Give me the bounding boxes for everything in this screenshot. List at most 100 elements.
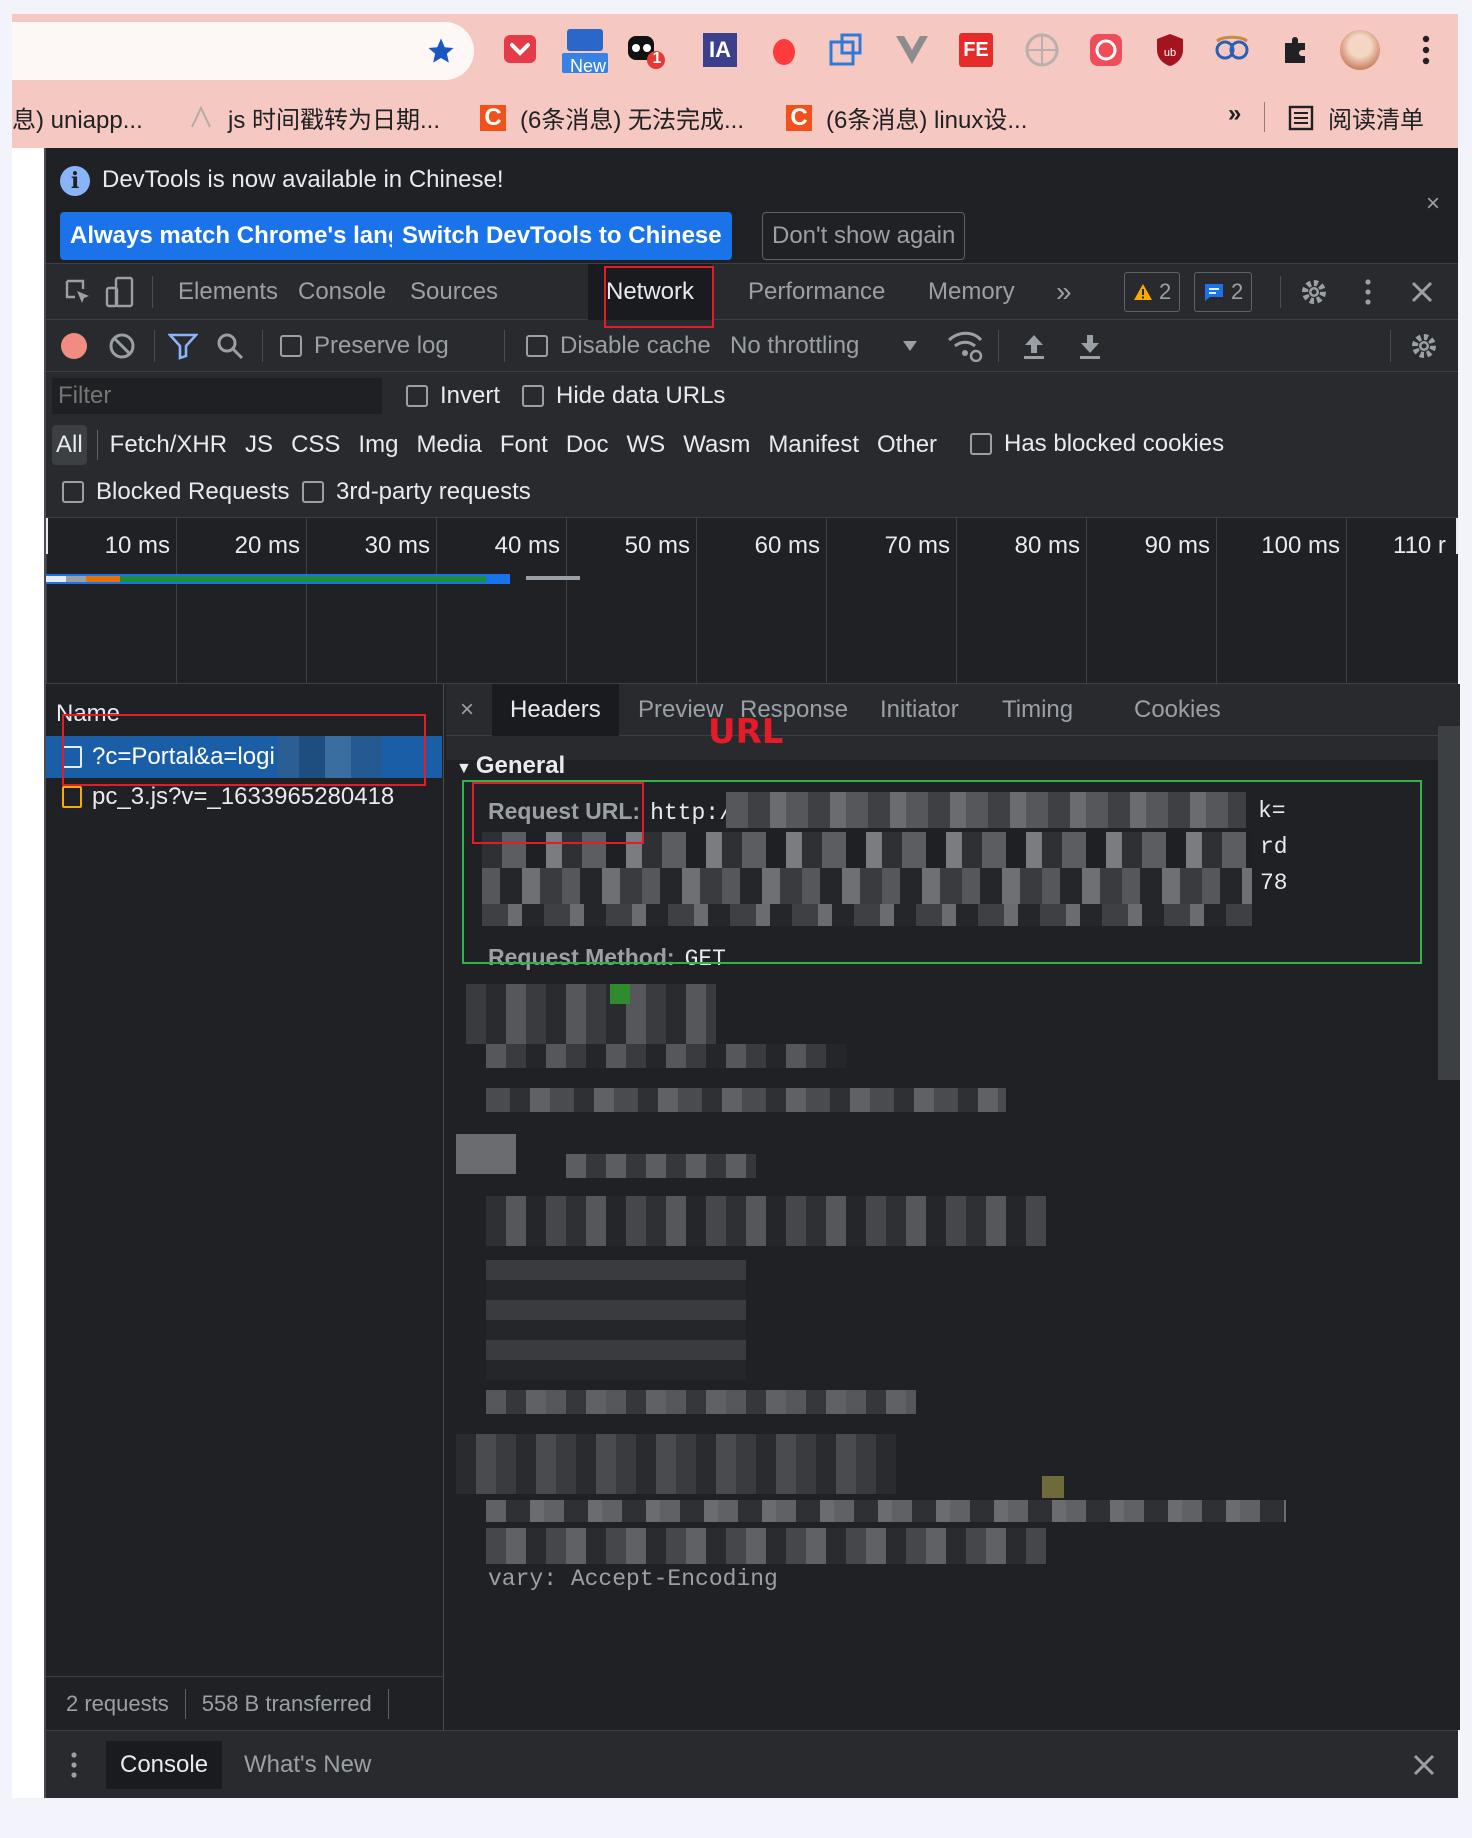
tab-timing[interactable]: Timing: [1002, 684, 1073, 736]
chrome-menu-icon[interactable]: [1406, 30, 1446, 70]
has-blocked-cookies-checkbox[interactable]: Has blocked cookies: [970, 430, 1224, 458]
close-devtools-icon[interactable]: [1406, 276, 1438, 308]
bookmarks-overflow-button[interactable]: »: [1228, 100, 1241, 128]
devtools-menu-icon[interactable]: [1360, 276, 1376, 308]
tab-console[interactable]: Console: [298, 264, 386, 320]
red-drop-icon[interactable]: [764, 30, 804, 70]
switch-to-chinese-button[interactable]: Switch DevTools to Chinese: [392, 212, 732, 260]
timeline-end-handle[interactable]: [1456, 518, 1458, 554]
clock-extension-icon[interactable]: [1086, 30, 1126, 70]
invert-checkbox[interactable]: Invert: [406, 382, 500, 410]
request-summary-status: 2 requests 558 B transferred: [46, 1676, 444, 1730]
type-filter-all[interactable]: All: [52, 425, 87, 465]
timeline-tick: 40 ms: [436, 518, 566, 683]
export-har-icon[interactable]: [1074, 330, 1106, 362]
tab-initiator[interactable]: Initiator: [880, 684, 959, 736]
pocket-icon[interactable]: [500, 30, 540, 70]
timeline-start-handle[interactable]: [46, 518, 48, 554]
notification-extension-icon[interactable]: 1: [626, 30, 666, 70]
type-filter-fetch-xhr[interactable]: Fetch/XHR: [110, 431, 227, 459]
grey-globe-icon[interactable]: [1022, 30, 1062, 70]
type-filter-ws[interactable]: WS: [627, 431, 666, 459]
reading-list-button[interactable]: 阅读清单: [1288, 100, 1424, 135]
type-filter-wasm[interactable]: Wasm: [683, 431, 750, 459]
timeline-tick: 10 ms: [46, 518, 176, 683]
tab-memory[interactable]: Memory: [928, 264, 1015, 320]
timeline-tick: 30 ms: [306, 518, 436, 683]
tab-elements[interactable]: Elements: [178, 264, 278, 320]
drawer-menu-icon[interactable]: [66, 1749, 82, 1781]
filter-icon[interactable]: [166, 330, 200, 362]
new-badge-label: New: [570, 56, 607, 76]
type-filter-other[interactable]: Other: [877, 431, 937, 459]
type-filter-img[interactable]: Img: [358, 431, 398, 459]
tab-cookies[interactable]: Cookies: [1134, 684, 1221, 736]
checkbox-box: [526, 335, 548, 357]
fe-extension-icon[interactable]: FE: [956, 30, 996, 70]
timeline-tick: 90 ms: [1086, 518, 1216, 683]
preserve-log-checkbox[interactable]: Preserve log: [280, 332, 449, 360]
language-infobar: i DevTools is now available in Chinese! …: [46, 148, 1458, 264]
type-filter-font[interactable]: Font: [500, 431, 548, 459]
warnings-badge[interactable]: 2: [1124, 272, 1181, 312]
search-icon[interactable]: [214, 330, 246, 362]
network-overview-timeline[interactable]: 10 ms 20 ms 30 ms 40 ms 50 ms 60 ms 70 m…: [46, 518, 1458, 684]
vue-devtools-icon[interactable]: [892, 30, 932, 70]
dont-show-again-button[interactable]: Don't show again: [762, 212, 966, 260]
drawer-tab-whats-new[interactable]: What's New: [244, 1741, 371, 1789]
clear-icon[interactable]: [106, 330, 138, 362]
redacted-block: [1042, 1476, 1064, 1498]
third-party-requests-checkbox[interactable]: 3rd-party requests: [302, 478, 531, 506]
redacted-block: [610, 984, 630, 1004]
settings-gear-icon[interactable]: [1298, 276, 1330, 308]
network-settings-gear-icon[interactable]: [1408, 330, 1440, 362]
address-bar[interactable]: [12, 22, 474, 80]
network-conditions-icon[interactable]: [946, 328, 984, 364]
type-filter-media[interactable]: Media: [416, 431, 481, 459]
bookmark-item[interactable]: 息) uniapp...: [12, 100, 143, 135]
profile-avatar[interactable]: [1340, 30, 1380, 70]
import-har-icon[interactable]: [1018, 330, 1050, 362]
close-drawer-icon[interactable]: [1408, 1749, 1440, 1781]
type-filter-manifest[interactable]: Manifest: [768, 431, 859, 459]
disable-cache-checkbox[interactable]: Disable cache: [526, 332, 711, 360]
record-icon[interactable]: [58, 330, 90, 362]
page-edge: [12, 148, 44, 1798]
tab-headers[interactable]: Headers: [492, 684, 619, 736]
checkbox-box: [970, 433, 992, 455]
device-toolbar-icon[interactable]: [102, 274, 138, 310]
screenshot-extension-icon[interactable]: [826, 30, 866, 70]
redacted-block: [486, 1088, 1006, 1112]
hide-data-urls-checkbox[interactable]: Hide data URLs: [522, 382, 725, 410]
inspect-element-icon[interactable]: [62, 276, 94, 308]
owl-extension-icon[interactable]: [1212, 30, 1252, 70]
filter-input[interactable]: [52, 378, 382, 414]
bookmarks-bar: 息) uniapp... js 时间戳转为日期... C (6条消息) 无法完成…: [12, 94, 1458, 138]
general-section-header[interactable]: ▼ General: [456, 752, 565, 780]
redacted-block: [466, 984, 716, 1044]
bookmark-item[interactable]: C (6条消息) linux设...: [786, 100, 1027, 135]
bookmark-item[interactable]: C (6条消息) 无法完成...: [480, 100, 744, 135]
infobar-close-icon[interactable]: ×: [1426, 190, 1440, 218]
tab-performance[interactable]: Performance: [748, 264, 885, 320]
chevron-down-icon[interactable]: [898, 334, 922, 358]
messages-badge[interactable]: 2: [1194, 272, 1253, 312]
bookmark-star-icon[interactable]: [426, 36, 456, 66]
more-tabs-button[interactable]: »: [1056, 264, 1072, 320]
close-details-icon[interactable]: ×: [460, 684, 474, 736]
throttling-select[interactable]: No throttling: [730, 332, 859, 360]
ia-extension-icon[interactable]: IA: [700, 30, 740, 70]
ublock-origin-icon[interactable]: ub: [1150, 30, 1190, 70]
waterfall-segment: [526, 576, 580, 580]
type-filter-css[interactable]: CSS: [291, 431, 340, 459]
type-filter-doc[interactable]: Doc: [566, 431, 609, 459]
timeline-tick: 20 ms: [176, 518, 306, 683]
drawer-tab-console[interactable]: Console: [106, 1741, 223, 1789]
details-scrollbar[interactable]: [1438, 726, 1460, 1080]
new-extension-icon[interactable]: New New: [562, 29, 608, 76]
type-filter-js[interactable]: JS: [245, 431, 273, 459]
tab-sources[interactable]: Sources: [410, 264, 498, 320]
extensions-puzzle-icon[interactable]: [1276, 30, 1316, 70]
blocked-requests-checkbox[interactable]: Blocked Requests: [62, 478, 289, 506]
bookmark-item[interactable]: js 时间戳转为日期...: [188, 100, 440, 135]
